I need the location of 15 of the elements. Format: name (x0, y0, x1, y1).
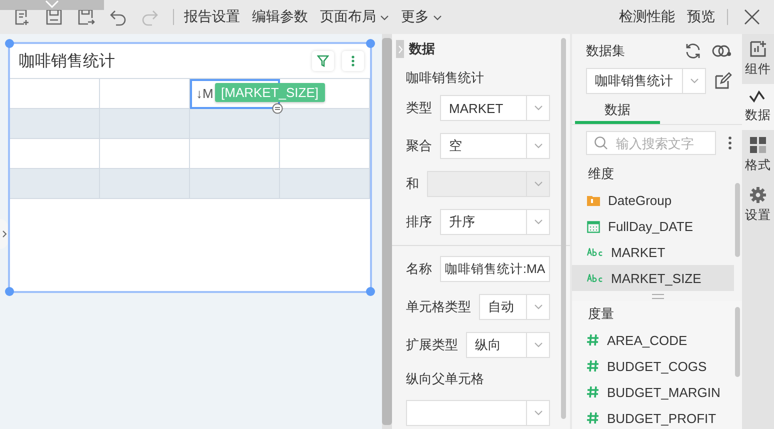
panel-title: 数据集 (586, 42, 626, 60)
field-label: 和 (406, 175, 419, 193)
field-label: 名称 (406, 260, 432, 278)
group-label: 维度 (587, 165, 615, 183)
field-label: 排序 (406, 213, 432, 231)
field-label: 单元格类型 (406, 298, 471, 316)
panel-subtitle: 咖啡销售统计 (406, 69, 485, 87)
field-label: 类型 (406, 99, 432, 117)
panel-title: 数据 (409, 40, 435, 58)
group-label: 度量 (587, 305, 615, 323)
widget-title: 咖啡销售统计 (19, 52, 116, 72)
field-label: 扩展类型 (406, 336, 458, 354)
field-label: 聚合 (406, 137, 432, 155)
drag-tooltip: [MARKET_SIZE] (215, 83, 325, 102)
field-label: 纵向父单元格 (406, 370, 485, 388)
